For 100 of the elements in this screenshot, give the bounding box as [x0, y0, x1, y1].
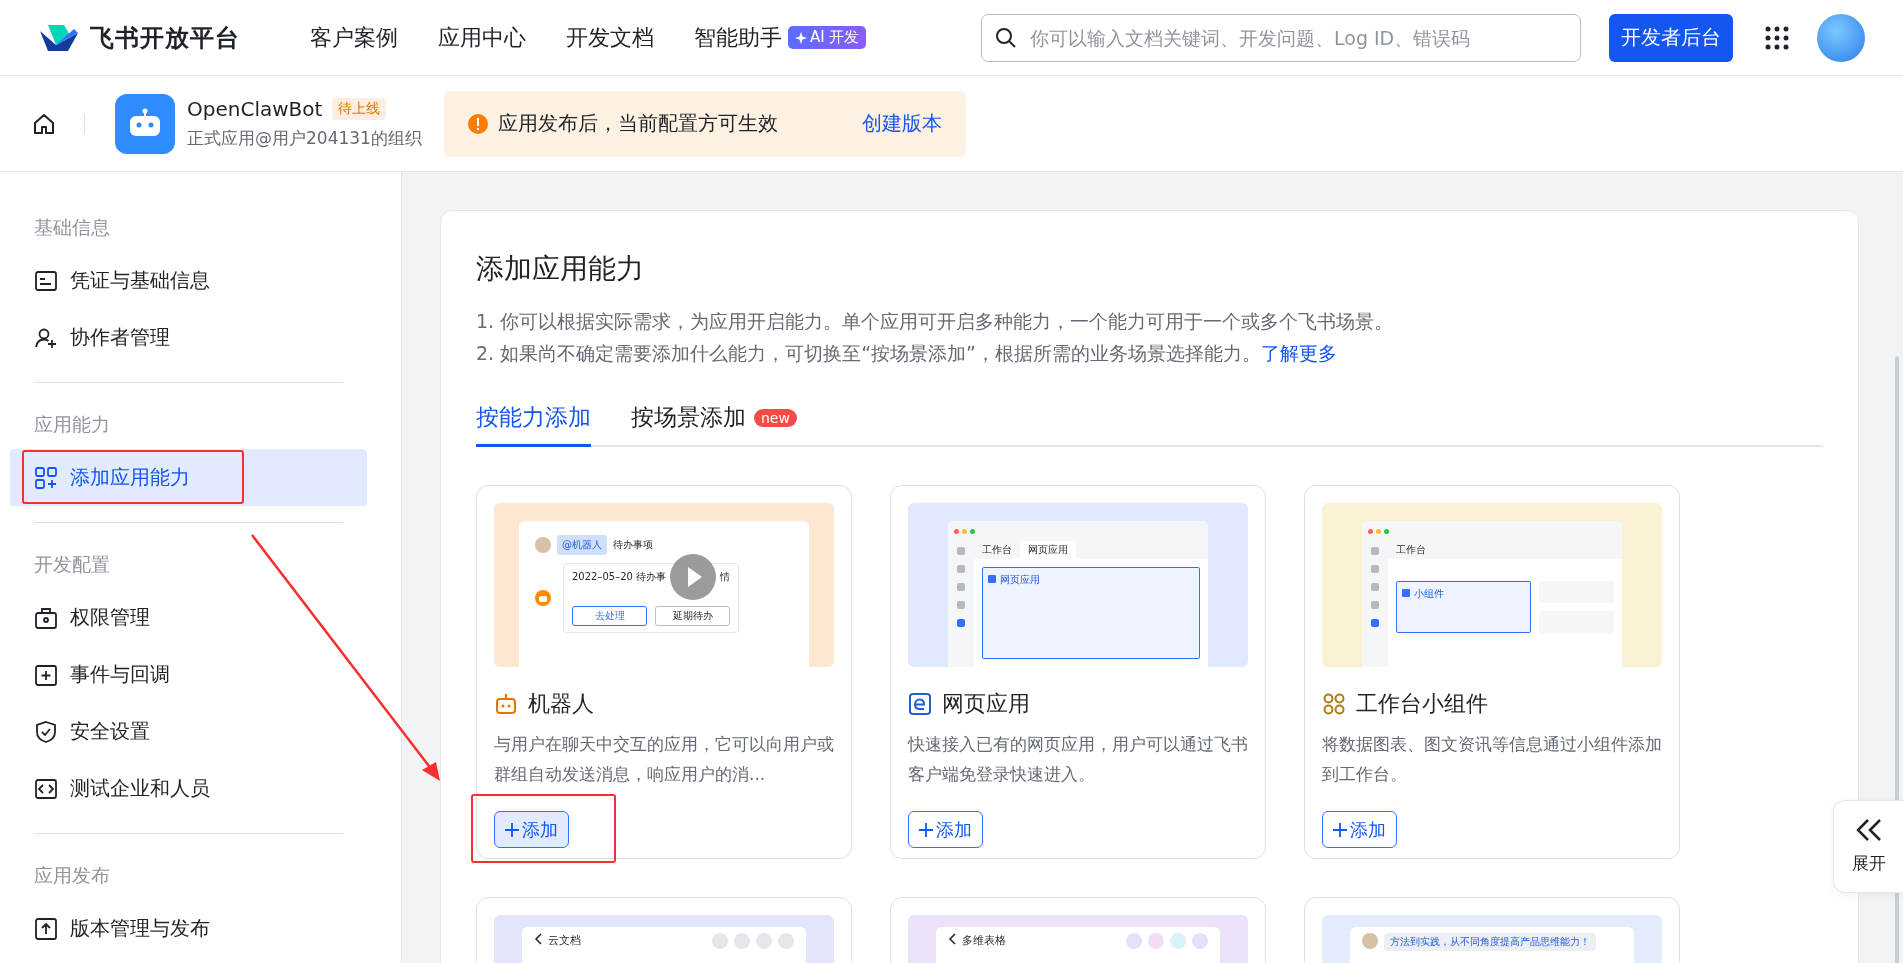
app-name: OpenClawBot	[187, 97, 323, 121]
apps-icon[interactable]	[1765, 25, 1789, 50]
robot-icon	[494, 692, 518, 716]
message-text: 方法到实践，从不同角度提高产品思维能力！	[1384, 933, 1596, 951]
create-version-link[interactable]: 创建版本	[861, 110, 942, 137]
learn-more-link[interactable]: 了解更多	[1260, 342, 1337, 364]
card-description: 与用户在聊天中交互的应用，它可以向用户或群组自动发送消息，响应用户的消...	[494, 733, 834, 786]
message-text: 2022–05–20 待办事	[572, 570, 667, 584]
placeholder-circle	[1148, 933, 1164, 949]
placeholder-circle	[712, 933, 728, 949]
section-title: 基础信息	[33, 215, 111, 240]
rail-icon	[1371, 601, 1379, 609]
tab[interactable]: 按能力添加	[476, 391, 591, 447]
card-title: 网页应用	[942, 690, 1030, 718]
tab-label: 网页应用	[1020, 541, 1076, 559]
window-control-dot	[1368, 528, 1373, 534]
grid-add-icon	[34, 465, 58, 490]
square-icon	[988, 575, 996, 583]
rail-icon	[1371, 547, 1379, 555]
sidebar-item[interactable]: 测试企业和人员	[10, 760, 367, 817]
add-button[interactable]: 添加	[908, 811, 983, 848]
window-control-dot	[970, 528, 975, 534]
card-description: 将数据图表、图文资讯等信息通过小组件添加到工作台。	[1322, 733, 1662, 786]
tab-label: 工作台	[1395, 543, 1427, 557]
avatar	[535, 537, 551, 553]
placeholder-circle	[1192, 933, 1208, 949]
sidebar-item[interactable]: 权限管理	[10, 589, 367, 646]
expand-button[interactable]: 展开	[1833, 800, 1903, 893]
tab-label: 工作台	[981, 543, 1013, 557]
window-title: 多维表格	[962, 933, 1006, 948]
sidebar-item[interactable]: 版本管理与发布	[10, 900, 367, 957]
back-icon	[534, 933, 542, 945]
rail-icon	[1371, 583, 1379, 591]
widget-icon	[1322, 692, 1346, 716]
block-label: 小组件	[1414, 587, 1444, 601]
notice-text: 应用发布后，当前配置方可生效	[497, 110, 778, 137]
section-title: 应用发布	[33, 863, 111, 888]
avatar	[1362, 933, 1378, 949]
rail-icon	[957, 583, 965, 591]
placeholder-circle	[734, 933, 750, 949]
ai-badge: AI 开发	[788, 26, 867, 49]
section-title: 应用能力	[33, 412, 111, 437]
message-text: 情	[720, 570, 731, 584]
plus-square-icon	[34, 662, 58, 687]
section-title: 开发配置	[33, 552, 111, 577]
window-control-dot	[954, 528, 959, 534]
placeholder-circle	[1170, 933, 1186, 949]
sidebar-item[interactable]: 添加应用能力	[10, 449, 367, 506]
instruction-text: 1. 你可以根据实际需求，为应用开启能力。单个应用可开启多种能力，一个能力可用于一个或多个飞书场景。	[476, 309, 1395, 334]
window-control-dot	[1384, 528, 1389, 534]
warning-icon	[467, 113, 488, 134]
block-label: 网页应用	[1000, 573, 1040, 587]
message-text: 待办事项	[613, 538, 653, 552]
rail-icon	[1371, 565, 1379, 573]
app-org: 正式应用@用户204131的组织	[187, 127, 422, 150]
card-title: 机器人	[528, 690, 594, 718]
search-icon	[995, 26, 1017, 49]
briefcase-icon	[34, 605, 58, 630]
rail-icon	[957, 619, 965, 627]
plus-icon	[505, 822, 519, 837]
status-tag: 待上线	[332, 98, 387, 120]
plus-icon	[919, 822, 933, 837]
id-card-icon	[34, 268, 58, 293]
placeholder-circle	[1126, 933, 1142, 949]
rail-icon	[957, 547, 965, 555]
add-button[interactable]: 添加	[494, 811, 569, 848]
home-icon[interactable]	[32, 111, 56, 136]
square-icon	[1402, 589, 1410, 597]
nav-link[interactable]: 应用中心	[438, 22, 526, 53]
add-button[interactable]: 添加	[1322, 811, 1397, 848]
card-title: 工作台小组件	[1356, 690, 1488, 718]
console-button[interactable]: 开发者后台	[1609, 13, 1733, 62]
rail-icon	[1371, 619, 1379, 627]
sidebar-item[interactable]: 安全设置	[10, 703, 367, 760]
play-icon[interactable]	[670, 554, 717, 600]
logo-icon	[38, 22, 80, 53]
instruction-text: 2. 如果尚不确定需要添加什么能力，可切换至“按场景添加”，根据所需的业务场景选择能力。了解更多	[476, 341, 1338, 366]
mention-tag: @机器人	[557, 535, 607, 555]
tab[interactable]: 按场景添加 new	[631, 391, 797, 447]
avatar[interactable]	[1817, 13, 1865, 62]
sidebar-item[interactable]: 事件与回调	[10, 646, 367, 703]
code-icon	[34, 776, 58, 801]
robot-icon	[535, 590, 551, 606]
nav-link[interactable]: 智能助手	[694, 22, 782, 53]
window-control-dot	[962, 528, 967, 534]
web-app-icon	[908, 692, 932, 716]
plus-icon	[1333, 822, 1347, 837]
window-title: 云文档	[548, 933, 581, 948]
panel-title: 添加应用能力	[476, 251, 645, 287]
nav-link[interactable]: 开发文档	[566, 22, 654, 53]
nav-link[interactable]: 客户案例	[310, 22, 398, 53]
sidebar-item[interactable]: 凭证与基础信息	[10, 252, 367, 309]
back-icon	[948, 933, 956, 945]
placeholder-circle	[778, 933, 794, 949]
brand-name: 飞书开放平台	[90, 22, 240, 54]
card-description: 快速接入已有的网页应用，用户可以通过飞书客户端免登录快速进入。	[908, 733, 1248, 786]
sidebar-item[interactable]: 协作者管理	[10, 309, 367, 366]
rail-icon	[957, 565, 965, 573]
new-badge: new	[754, 408, 797, 427]
search-field[interactable]: 你可以输入文档关键词、开发问题、Log ID、错误码	[981, 13, 1581, 62]
